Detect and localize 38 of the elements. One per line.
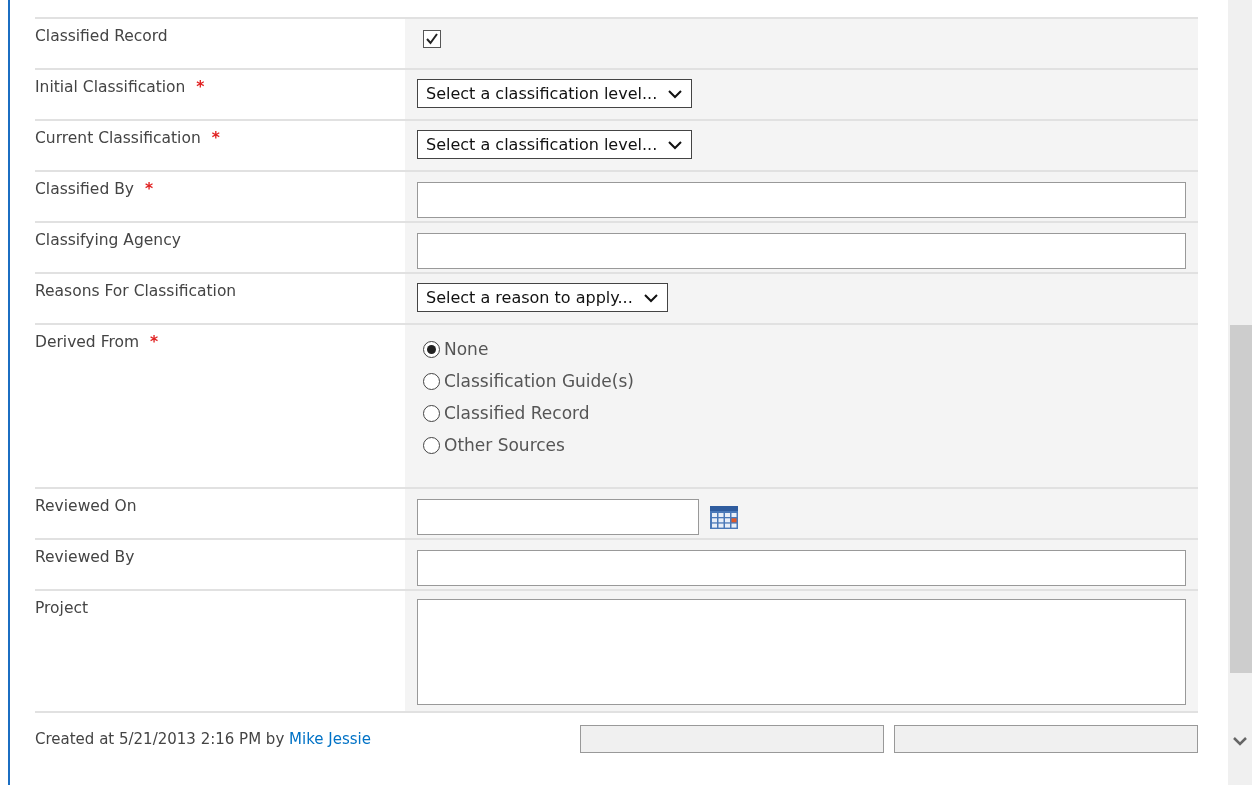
text-area[interactable]	[417, 599, 1186, 705]
chevron-down-icon[interactable]	[1232, 736, 1248, 746]
created-info: Created at 5/21/2013 2:16 PM by Mike Jessie	[35, 730, 371, 748]
field-label: Current Classification	[35, 129, 201, 147]
required-mark: *	[196, 78, 205, 96]
chevron-down-icon	[642, 292, 659, 303]
field-label: Reasons For Classification	[35, 282, 237, 300]
field-label: Classified Record	[35, 27, 168, 45]
scrollbar[interactable]	[1228, 0, 1252, 785]
field-label: Project	[35, 599, 89, 617]
radio-option[interactable]: Classification Guide(s)	[423, 371, 634, 391]
dropdown[interactable]: Select a classification level...	[417, 130, 693, 159]
dropdown[interactable]: Select a reason to apply...	[417, 283, 668, 312]
required-mark: *	[211, 129, 220, 147]
dropdown[interactable]: Select a classification level...	[417, 79, 693, 108]
field-label: Reviewed On	[35, 497, 137, 515]
input-field[interactable]	[417, 182, 1186, 218]
required-mark: *	[144, 180, 153, 198]
field-label: Derived From	[35, 333, 140, 351]
date-field[interactable]	[417, 499, 699, 535]
radio-option[interactable]: Other Sources	[423, 435, 634, 455]
field-label: Initial Classification	[35, 78, 186, 96]
form-button[interactable]	[580, 725, 884, 753]
chevron-down-icon	[667, 88, 684, 99]
input-field[interactable]	[417, 550, 1186, 586]
field-label: Classified By	[35, 180, 134, 198]
field-label: Reviewed By	[35, 548, 135, 566]
radio-option[interactable]: None	[423, 339, 634, 359]
author-link[interactable]: Mike Jessie	[289, 730, 371, 748]
checkbox[interactable]	[423, 30, 441, 48]
calendar-icon[interactable]	[709, 504, 739, 530]
chevron-down-icon	[667, 139, 684, 150]
field-label: Classifying Agency	[35, 231, 181, 249]
input-field[interactable]	[417, 233, 1186, 269]
radio-option[interactable]: Classified Record	[423, 403, 634, 423]
form-button[interactable]	[894, 725, 1198, 753]
required-mark: *	[149, 333, 159, 351]
scrollbar-thumb[interactable]	[1230, 325, 1252, 673]
